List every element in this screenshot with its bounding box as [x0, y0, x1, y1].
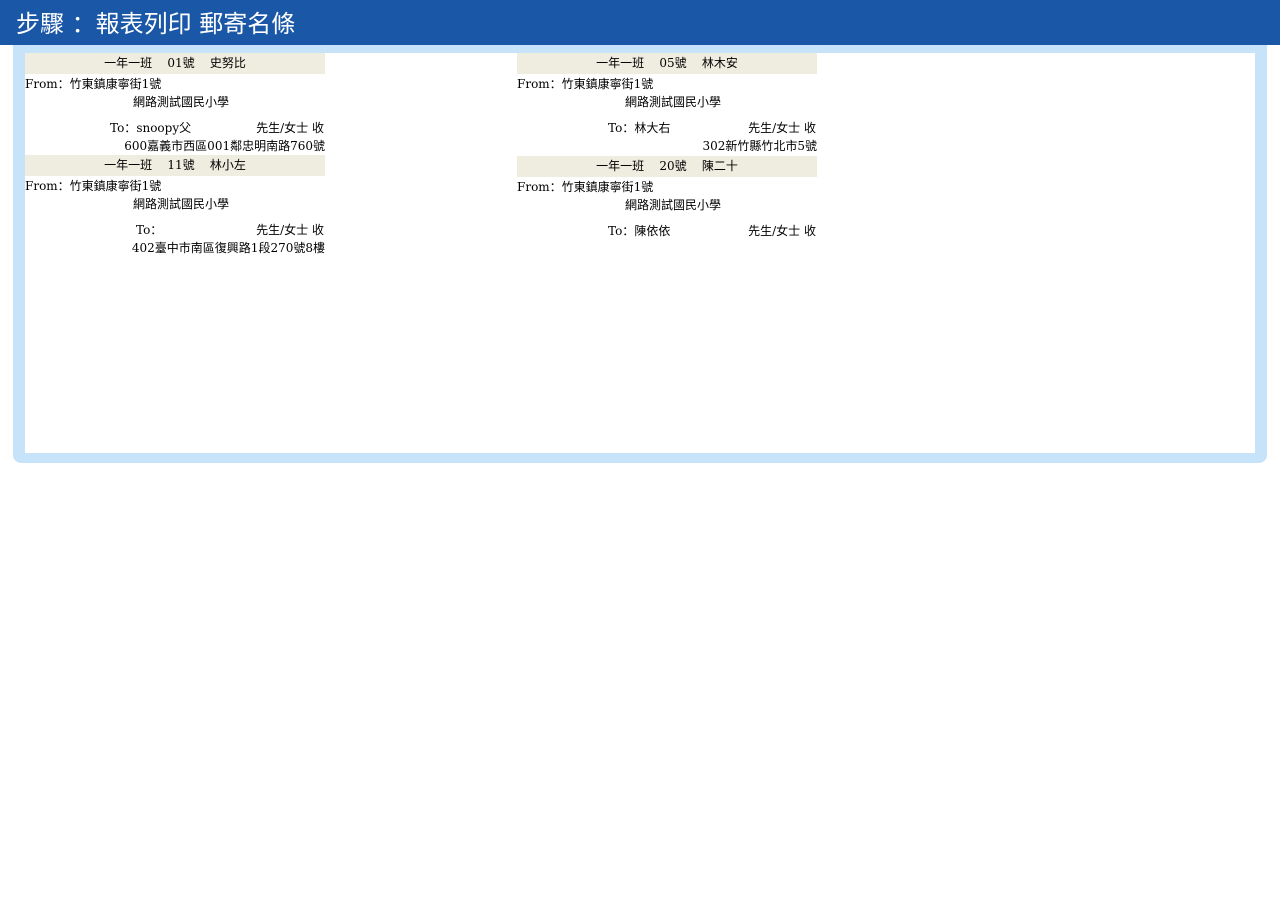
to-recipient: To：snoopy父: [110, 120, 191, 136]
from-school: 網路測試國民小學: [625, 198, 722, 212]
to-suffix: 先生/女士 收: [748, 224, 816, 238]
label-class: 一年一班: [596, 56, 645, 70]
label-student: 林木安: [701, 56, 738, 70]
from-school: 網路測試國民小學: [625, 95, 722, 109]
labels-area: 一年一班 01號 史努比 From：竹東鎮康寧街1號 網路測試國民小學 To：s…: [25, 53, 1255, 453]
to-address: 600嘉義市西區001鄰忠明南路760號: [124, 139, 325, 153]
from-line: From：竹東鎮康寧街1號: [25, 178, 161, 194]
from-address: 竹東鎮康寧街1號: [69, 179, 162, 193]
label-class: 一年一班: [596, 159, 645, 173]
mailing-label: 一年一班 20號 陳二十 From：竹東鎮康寧街1號 網路測試國民小學 To：陳…: [517, 156, 817, 258]
page-header: 步驟 ：報表列印 郵寄名條: [0, 0, 1280, 45]
label-student: 史努比: [209, 56, 246, 70]
from-address: 竹東鎮康寧街1號: [561, 180, 654, 194]
label-header: 一年一班 11號 林小左: [25, 155, 325, 176]
to-address: 302新竹縣竹北市5號: [702, 139, 817, 153]
from-school: 網路測試國民小學: [133, 95, 230, 109]
to-label: To：: [136, 223, 163, 237]
label-class: 一年一班: [104, 56, 153, 70]
mailing-label: 一年一班 01號 史努比 From：竹東鎮康寧街1號 網路測試國民小學 To：s…: [25, 53, 325, 155]
to-recipient: To：陳依依: [608, 223, 670, 239]
to-name: 林大右: [634, 121, 671, 135]
content-panel: 一年一班 01號 史努比 From：竹東鎮康寧街1號 網路測試國民小學 To：s…: [13, 45, 1267, 463]
from-label: From：: [25, 77, 70, 91]
to-recipient: To：: [136, 222, 162, 238]
to-suffix: 先生/女士 收: [256, 121, 324, 135]
label-seat: 11號: [167, 158, 195, 172]
from-line: From：竹東鎮康寧街1號: [517, 76, 653, 92]
mailing-label: 一年一班 05號 林木安 From：竹東鎮康寧街1號 網路測試國民小學 To：林…: [517, 53, 817, 155]
label-seat: 05號: [659, 56, 687, 70]
label-header: 一年一班 05號 林木安: [517, 53, 817, 74]
from-label: From：: [517, 180, 562, 194]
label-header: 一年一班 20號 陳二十: [517, 156, 817, 177]
label-class: 一年一班: [104, 158, 153, 172]
to-suffix: 先生/女士 收: [256, 223, 324, 237]
to-name: snoopy父: [136, 121, 192, 135]
page-title: 步驟 ：報表列印 郵寄名條: [16, 10, 296, 38]
label-student: 林小左: [209, 158, 246, 172]
from-line: From：竹東鎮康寧街1號: [25, 76, 161, 92]
from-school: 網路測試國民小學: [133, 197, 230, 211]
from-line: From：竹東鎮康寧街1號: [517, 179, 653, 195]
label-header: 一年一班 01號 史努比: [25, 53, 325, 74]
label-seat: 20號: [659, 159, 687, 173]
mailing-label: 一年一班 11號 林小左 From：竹東鎮康寧街1號 網路測試國民小學 To： …: [25, 155, 325, 257]
from-address: 竹東鎮康寧街1號: [69, 77, 162, 91]
from-label: From：: [517, 77, 562, 91]
from-address: 竹東鎮康寧街1號: [561, 77, 654, 91]
from-label: From：: [25, 179, 70, 193]
to-label: To：: [110, 121, 137, 135]
to-recipient: To：林大右: [608, 120, 670, 136]
to-name: 陳依依: [634, 224, 671, 238]
label-seat: 01號: [167, 56, 195, 70]
label-student: 陳二十: [701, 159, 738, 173]
to-label: To：: [608, 224, 635, 238]
to-label: To：: [608, 121, 635, 135]
to-suffix: 先生/女士 收: [748, 121, 816, 135]
to-address: 402臺中市南區復興路1段270號8樓: [131, 241, 325, 255]
